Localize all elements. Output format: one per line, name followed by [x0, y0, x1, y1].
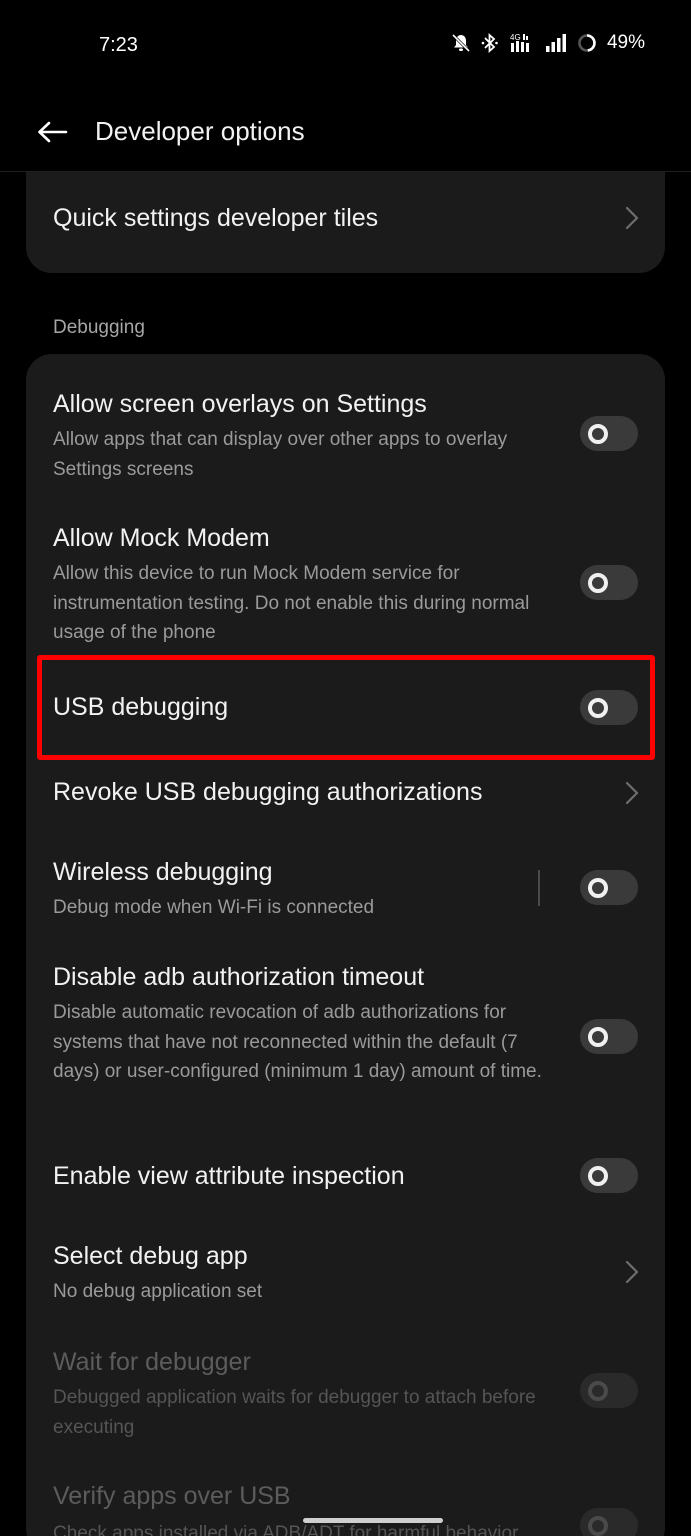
status-time: 7:23 — [99, 34, 138, 56]
quick-settings-card: Quick settings developer tiles — [26, 172, 665, 273]
item-subtitle: Debug mode when Wi-Fi is connected — [53, 897, 375, 918]
disable-adb-timeout-toggle[interactable] — [580, 1019, 638, 1054]
allow-mock-modem-toggle[interactable] — [580, 565, 638, 600]
chevron-right-icon — [625, 781, 639, 805]
item-subtitle: Allow apps that can display over other a… — [53, 429, 508, 480]
view-attribute-inspection-row[interactable]: Enable view attribute inspection — [26, 1134, 665, 1214]
usb-debugging-highlight — [37, 655, 655, 760]
wait-for-debugger-toggle — [580, 1373, 638, 1408]
signal-icon — [545, 34, 566, 52]
item-title: Enable view attribute inspection — [53, 1162, 405, 1190]
chevron-right-icon — [625, 1260, 639, 1284]
select-debug-app-row[interactable]: Select debug app No debug application se… — [26, 1228, 665, 1328]
back-button[interactable] — [30, 112, 74, 152]
item-title: Select debug app — [53, 1242, 248, 1270]
item-title: Allow screen overlays on Settings — [53, 390, 427, 418]
home-indicator — [303, 1518, 443, 1523]
item-subtitle: Allow this device to run Mock Modem serv… — [53, 563, 530, 643]
item-title: Disable adb authorization timeout — [53, 963, 425, 991]
divider — [538, 870, 540, 906]
section-header-debugging: Debugging — [53, 317, 145, 338]
battery-percentage: 49% — [606, 32, 645, 53]
allow-screen-overlays-toggle[interactable] — [580, 416, 638, 451]
item-title: Revoke USB debugging authorizations — [53, 778, 483, 806]
svg-text:4G: 4G — [510, 33, 521, 42]
allow-mock-modem-row[interactable]: Allow Mock Modem Allow this device to ru… — [26, 510, 665, 660]
status-icons: 4G 49% — [451, 32, 645, 54]
item-subtitle: Debugged application waits for debugger … — [53, 1387, 536, 1438]
mute-icon — [451, 33, 471, 53]
wait-for-debugger-row: Wait for debugger Debugged application w… — [26, 1334, 665, 1454]
item-title: Wait for debugger — [53, 1348, 251, 1376]
battery-icon — [578, 34, 596, 52]
page-title: Developer options — [95, 116, 305, 146]
allow-screen-overlays-row[interactable]: Allow screen overlays on Settings Allow … — [26, 376, 665, 496]
data-icon: 4G — [510, 33, 529, 52]
app-bar: Developer options — [0, 92, 691, 172]
revoke-usb-authorizations-row[interactable]: Revoke USB debugging authorizations — [26, 754, 665, 834]
item-title: Wireless debugging — [53, 858, 273, 886]
wireless-debugging-row[interactable]: Wireless debugging Debug mode when Wi-Fi… — [26, 844, 665, 944]
bluetooth-icon — [481, 33, 498, 53]
disable-adb-timeout-row[interactable]: Disable adb authorization timeout Disabl… — [26, 949, 665, 1129]
item-subtitle: No debug application set — [53, 1281, 263, 1302]
chevron-right-icon — [625, 206, 639, 230]
verify-apps-over-usb-row: Verify apps over USB Check apps installe… — [26, 1468, 665, 1536]
view-attribute-inspection-toggle[interactable] — [580, 1158, 638, 1193]
debugging-card: Allow screen overlays on Settings Allow … — [26, 354, 665, 1536]
item-subtitle: Disable automatic revocation of adb auth… — [53, 1002, 542, 1082]
back-arrow-icon — [38, 121, 68, 143]
item-title: Verify apps over USB — [53, 1482, 291, 1510]
item-title: Allow Mock Modem — [53, 524, 270, 552]
quick-settings-developer-tiles-row[interactable]: Quick settings developer tiles — [26, 172, 665, 273]
verify-apps-over-usb-toggle — [580, 1508, 638, 1536]
status-bar: 7:23 4G 49% — [0, 0, 691, 92]
wireless-debugging-toggle[interactable] — [580, 870, 638, 905]
quick-settings-developer-tiles-title: Quick settings developer tiles — [53, 204, 379, 232]
